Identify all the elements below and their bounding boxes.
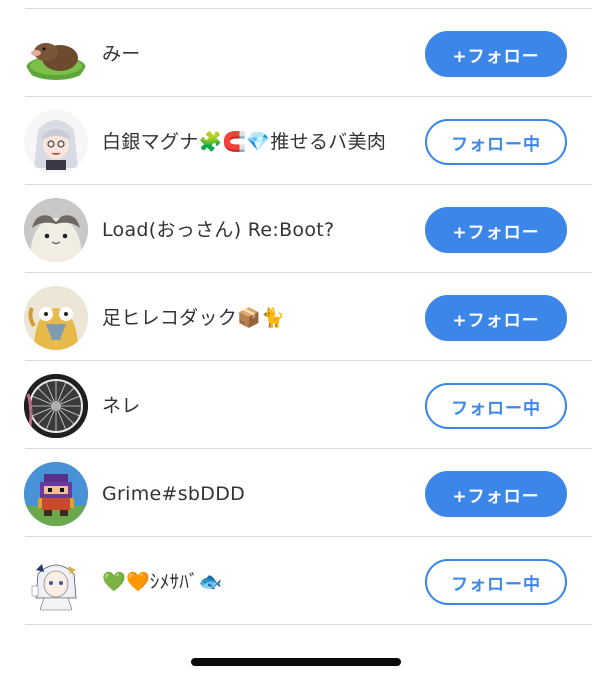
list-item[interactable]: ネレ フォロー中 [0, 361, 592, 449]
follow-button[interactable]: +フォロー [425, 471, 567, 517]
user-name: 白銀マグナ🧩🧲💎推せるバ美肉 [102, 131, 387, 153]
psyduck-avatar-icon[interactable] [24, 286, 88, 350]
list-item[interactable]: Grime#sbDDD +フォロー [0, 449, 592, 537]
follow-button[interactable]: +フォロー [425, 207, 567, 253]
user-name: 💚🧡ｼﾒｻﾊﾞ🐟 [102, 571, 223, 593]
silver-hair-girl-avatar-icon[interactable] [24, 110, 88, 174]
list-item[interactable]: 💚🧡ｼﾒｻﾊﾞ🐟 フォロー中 [0, 537, 592, 625]
user-name: ネレ [102, 395, 141, 417]
user-name: Load(おっさん) Re:Boot? [102, 219, 335, 241]
user-name: Grime#sbDDD [102, 483, 246, 505]
follow-button[interactable]: +フォロー [425, 31, 567, 77]
divider [25, 624, 592, 625]
mole-avatar-icon[interactable] [24, 22, 88, 86]
following-button[interactable]: フォロー中 [425, 559, 567, 605]
following-button[interactable]: フォロー中 [425, 119, 567, 165]
pixel-character-avatar-icon[interactable] [24, 462, 88, 526]
list-item[interactable]: 足ヒレコダック📦🐈 +フォロー [0, 273, 592, 361]
user-name: 足ヒレコダック📦🐈 [102, 307, 286, 329]
anime-girl-avatar-icon[interactable] [24, 550, 88, 614]
cat-avatar-icon[interactable] [24, 198, 88, 262]
list-item[interactable]: Load(おっさん) Re:Boot? +フォロー [0, 185, 592, 273]
list-item[interactable]: みー +フォロー [0, 9, 592, 97]
follow-button[interactable]: +フォロー [425, 295, 567, 341]
user-name: みー [102, 43, 141, 65]
home-indicator[interactable] [191, 658, 401, 666]
list-item[interactable]: 白銀マグナ🧩🧲💎推せるバ美肉 フォロー中 [0, 97, 592, 185]
following-button[interactable]: フォロー中 [425, 383, 567, 429]
bicycle-wheel-avatar-icon[interactable] [24, 374, 88, 438]
